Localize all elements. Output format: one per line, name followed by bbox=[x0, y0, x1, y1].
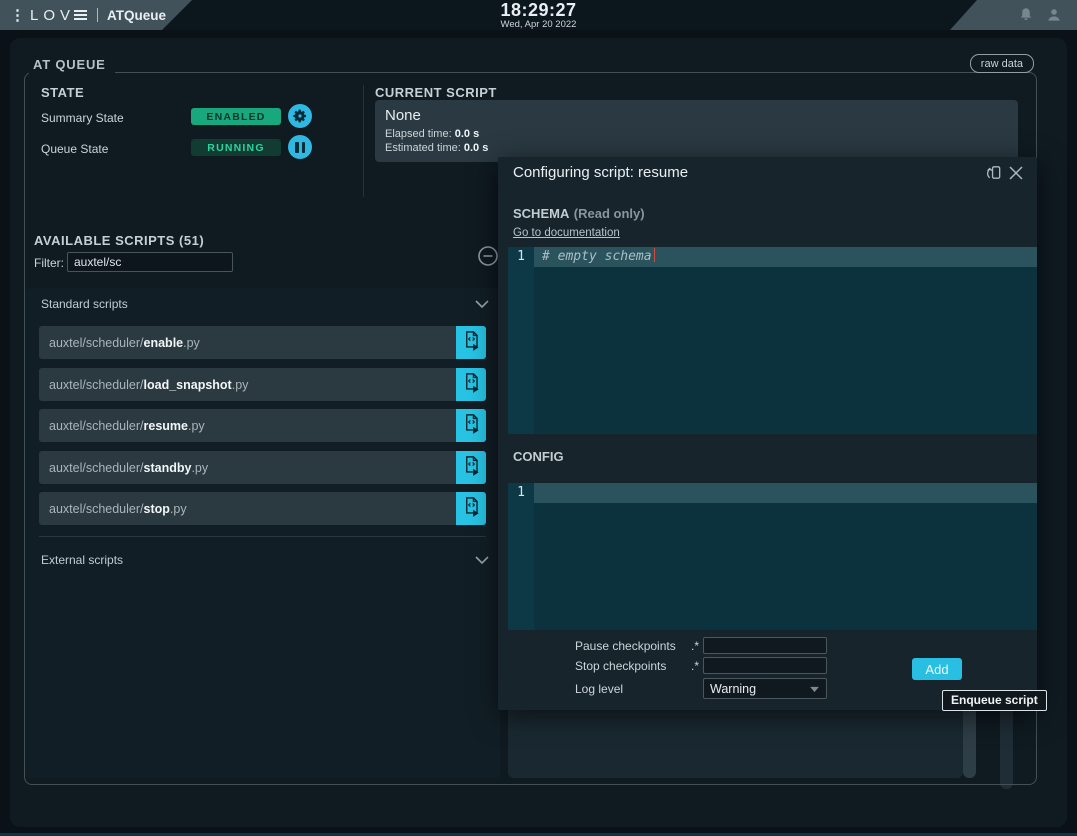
logo-text: LOV bbox=[30, 7, 75, 24]
current-script-name: None bbox=[385, 107, 1018, 124]
estimated-time: Estimated time: 0.0 s bbox=[385, 141, 1018, 155]
log-level-value: Warning bbox=[710, 682, 756, 696]
launch-script-button[interactable] bbox=[456, 492, 486, 525]
script-path: auxtel/scheduler/load_snapshot.py bbox=[39, 378, 456, 392]
launch-script-button[interactable] bbox=[456, 326, 486, 359]
standard-scripts-header[interactable]: Standard scripts bbox=[41, 297, 484, 311]
menu-icon[interactable]: ⋮ bbox=[10, 6, 24, 24]
clock-date: Wed, Apr 20 2022 bbox=[500, 19, 576, 30]
collapse-panel-button[interactable] bbox=[477, 245, 499, 267]
script-path: auxtel/scheduler/resume.py bbox=[39, 419, 456, 433]
documentation-link[interactable]: Go to documentation bbox=[513, 227, 620, 239]
summary-state-label: Summary State bbox=[41, 111, 124, 125]
topbar-left-chip: ⋮ LOV ATQueue bbox=[0, 0, 192, 30]
schema-editor[interactable]: 1 # empty schema bbox=[508, 247, 1037, 434]
script-path: auxtel/scheduler/standby.py bbox=[39, 461, 456, 475]
script-row[interactable]: auxtel/scheduler/standby.py bbox=[39, 451, 486, 484]
love-logo: LOV bbox=[30, 7, 87, 24]
user-icon[interactable] bbox=[1045, 6, 1063, 24]
queue-state-label: Queue State bbox=[41, 142, 108, 156]
launch-script-button[interactable] bbox=[456, 368, 486, 401]
stop-checkpoints-hint: .* bbox=[691, 659, 699, 673]
pause-checkpoints-input[interactable] bbox=[703, 637, 827, 654]
clock: 18:29:27 Wed, Apr 20 2022 bbox=[500, 1, 576, 30]
group-divider bbox=[39, 536, 486, 537]
schema-editor-gutter: 1 bbox=[508, 247, 534, 434]
orientation-toggle-button[interactable] bbox=[984, 163, 1003, 182]
config-editor[interactable]: 1 bbox=[508, 483, 1037, 630]
filter-label: Filter: bbox=[34, 256, 64, 270]
scripts-list-panel: Standard scripts auxtel/scheduler/enable… bbox=[25, 288, 500, 778]
configure-script-modal: Configuring script: resume SCHEMA (Read … bbox=[498, 157, 1037, 710]
script-row[interactable]: auxtel/scheduler/enable.py bbox=[39, 326, 486, 359]
bell-icon[interactable] bbox=[1017, 6, 1035, 24]
modal-title: Configuring script: resume bbox=[513, 164, 688, 181]
text-caret bbox=[654, 248, 656, 262]
state-divider bbox=[363, 85, 364, 197]
pause-icon bbox=[295, 142, 305, 153]
queue-state-badge: RUNNING bbox=[191, 139, 281, 156]
rotate-panel-icon bbox=[984, 170, 1003, 185]
script-row[interactable]: auxtel/scheduler/resume.py bbox=[39, 409, 486, 442]
current-script-panel: None Elapsed time: 0.0 s Estimated time:… bbox=[375, 100, 1018, 162]
state-title: STATE bbox=[41, 85, 84, 100]
app-title: ATQueue bbox=[107, 8, 166, 23]
pause-checkpoints-label: Pause checkpoints bbox=[575, 639, 676, 653]
script-run-icon bbox=[462, 413, 481, 438]
script-run-icon bbox=[462, 496, 481, 521]
log-level-label: Log level bbox=[575, 682, 623, 696]
stop-checkpoints-label: Stop checkpoints bbox=[575, 659, 666, 673]
config-editor-gutter: 1 bbox=[508, 483, 534, 630]
close-icon bbox=[1008, 169, 1024, 184]
active-line-highlight bbox=[534, 483, 1037, 503]
launch-script-button[interactable] bbox=[456, 409, 486, 442]
available-scripts-title: AVAILABLE SCRIPTS (51) bbox=[34, 233, 204, 248]
config-header: CONFIG bbox=[513, 449, 564, 464]
current-script-title: CURRENT SCRIPT bbox=[375, 85, 497, 100]
logo-e-icon bbox=[74, 10, 87, 20]
section-legend: AT QUEUE bbox=[29, 57, 115, 74]
line-number: 1 bbox=[508, 483, 534, 503]
summary-state-gear-button[interactable] bbox=[288, 104, 312, 128]
launch-script-button[interactable] bbox=[456, 451, 486, 484]
chevron-down-icon bbox=[474, 298, 490, 312]
gear-icon bbox=[292, 108, 308, 124]
summary-state-badge: ENABLED bbox=[191, 108, 281, 125]
close-modal-button[interactable] bbox=[1007, 165, 1024, 182]
raw-data-button[interactable]: raw data bbox=[970, 54, 1034, 73]
script-row[interactable]: auxtel/scheduler/stop.py bbox=[39, 492, 486, 525]
topbar-right-chip bbox=[950, 0, 1077, 30]
add-button[interactable]: Add bbox=[912, 658, 962, 680]
elapsed-time: Elapsed time: 0.0 s bbox=[385, 127, 1018, 141]
enqueue-script-tooltip: Enqueue script bbox=[942, 690, 1047, 711]
pause-queue-button[interactable] bbox=[288, 135, 312, 159]
external-scripts-header[interactable]: External scripts bbox=[41, 553, 484, 567]
line-number: 1 bbox=[508, 247, 534, 267]
script-run-icon bbox=[462, 455, 481, 480]
script-row[interactable]: auxtel/scheduler/load_snapshot.py bbox=[39, 368, 486, 401]
logo-separator bbox=[97, 8, 98, 22]
schema-code-line: # empty schema bbox=[542, 247, 655, 267]
schema-header: SCHEMA (Read only) bbox=[513, 205, 645, 223]
log-level-select[interactable]: Warning bbox=[703, 678, 827, 699]
chevron-down-icon bbox=[474, 554, 490, 568]
script-run-icon bbox=[462, 372, 481, 397]
script-path: auxtel/scheduler/enable.py bbox=[39, 336, 456, 350]
minus-circle-icon bbox=[477, 255, 499, 270]
filter-input[interactable] bbox=[67, 252, 233, 272]
chevron-down-icon bbox=[809, 680, 820, 698]
script-path: auxtel/scheduler/stop.py bbox=[39, 502, 456, 516]
clock-time: 18:29:27 bbox=[500, 1, 576, 19]
pause-checkpoints-hint: .* bbox=[691, 639, 699, 653]
stop-checkpoints-input[interactable] bbox=[703, 657, 827, 674]
topbar: ⋮ LOV ATQueue 18:29:27 Wed, Apr 20 2022 bbox=[0, 0, 1077, 30]
script-run-icon bbox=[462, 330, 481, 355]
